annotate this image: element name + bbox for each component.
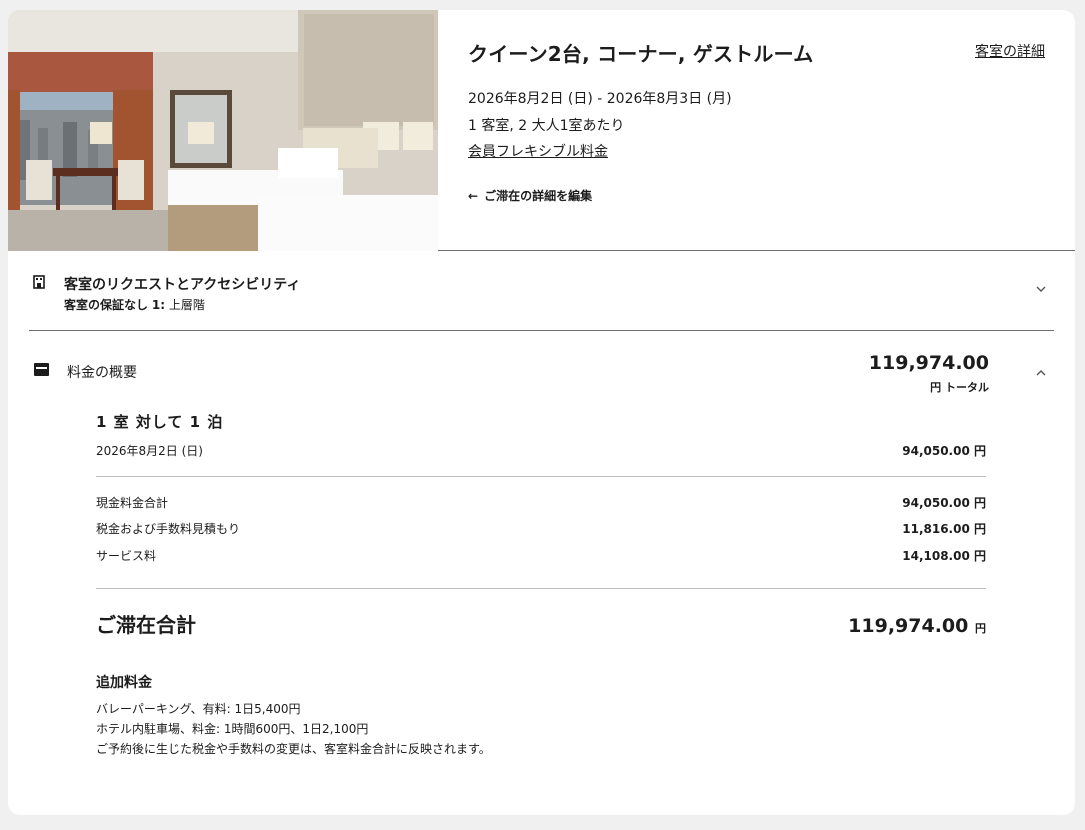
grand-total-unit: 円 bbox=[975, 622, 986, 635]
room-summary-card: クイーン2台, コーナー, ゲストルーム 客室の詳細 2026年8月2日 (日)… bbox=[8, 10, 1075, 815]
room-photo bbox=[8, 10, 438, 251]
summary-total-amount: 119,974.00 bbox=[868, 352, 989, 374]
edit-stay-button[interactable]: ← ご滞在の詳細を編集 bbox=[468, 187, 592, 204]
line-item-label: 税金および手数料見積もり bbox=[96, 522, 241, 536]
requests-summary: 客室の保証なし 1: 上層階 bbox=[64, 296, 205, 313]
grand-total-value: 119,974.00 bbox=[848, 615, 969, 637]
room-info: クイーン2台, コーナー, ゲストルーム 客室の詳細 2026年8月2日 (日)… bbox=[468, 10, 1075, 251]
additional-fees-title: 追加料金 bbox=[96, 675, 152, 691]
additional-fee-line: ホテル内駐車場、料金: 1時間600円、1日2,100円 bbox=[96, 722, 369, 736]
summary-total-unit: 円 トータル bbox=[930, 381, 989, 394]
building-icon bbox=[33, 275, 45, 289]
night-amount: 94,050.00 円 bbox=[902, 444, 986, 458]
request-count: 1: bbox=[151, 298, 165, 312]
rate-summary-title: 料金の概要 bbox=[67, 365, 137, 381]
additional-fee-line: バレーパーキング、有料: 1日5,400円 bbox=[96, 702, 301, 716]
grand-total-label: ご滞在合計 bbox=[96, 613, 196, 637]
requests-title: 客室のリクエストとアクセシビリティ bbox=[64, 277, 301, 293]
additional-fee-line: ご予約後に生じた税金や手数料の変更は、客室料金合計に反映されます。 bbox=[96, 742, 491, 756]
divider bbox=[96, 476, 986, 477]
line-item-amount: 14,108.00 円 bbox=[902, 549, 986, 563]
room-requests-section[interactable]: 客室のリクエストとアクセシビリティ 客室の保証なし 1: 上層階 bbox=[8, 251, 1075, 331]
grand-total-row: ご滞在合計 119,974.00 円 bbox=[96, 609, 986, 638]
edit-stay-label: ご滞在の詳細を編集 bbox=[484, 189, 593, 203]
grand-total-amount: 119,974.00 円 bbox=[848, 615, 986, 637]
line-item-amount: 94,050.00 円 bbox=[902, 496, 986, 510]
stay-dates: 2026年8月2日 (日) - 2026年8月3日 (月) bbox=[468, 91, 732, 107]
room-details-link[interactable]: 客室の詳細 bbox=[975, 41, 1045, 61]
line-item-label: 現金料金合計 bbox=[96, 496, 169, 510]
line-item-row: 現金料金合計 94,050.00 円 bbox=[96, 494, 986, 511]
rate-summary-header[interactable]: 料金の概要 119,974.00 円 トータル bbox=[8, 331, 1075, 401]
divider bbox=[96, 588, 986, 589]
nightly-row: 2026年8月2日 (日) 94,050.00 円 bbox=[96, 442, 986, 459]
room-header: クイーン2台, コーナー, ゲストルーム 客室の詳細 2026年8月2日 (日)… bbox=[8, 10, 1075, 251]
line-item-row: サービス料 14,108.00 円 bbox=[96, 547, 986, 564]
room-title: クイーン2台, コーナー, ゲストルーム bbox=[468, 42, 814, 66]
rate-plan-link[interactable]: 会員フレキシブル料金 bbox=[468, 141, 608, 161]
wallet-icon bbox=[34, 363, 49, 376]
occupancy: 1 客室, 2 大人1室あたり bbox=[468, 118, 625, 134]
nights-heading: 1 室 対して 1 泊 bbox=[96, 413, 224, 431]
chevron-down-icon[interactable] bbox=[1035, 283, 1047, 295]
chevron-up-icon[interactable] bbox=[1035, 367, 1047, 379]
night-date: 2026年8月2日 (日) bbox=[96, 444, 203, 458]
line-item-amount: 11,816.00 円 bbox=[902, 522, 986, 536]
guarantee-label: 客室の保証なし bbox=[64, 298, 149, 312]
left-arrow-icon: ← bbox=[468, 188, 479, 203]
line-item-label: サービス料 bbox=[96, 549, 157, 563]
line-item-row: 税金および手数料見積もり 11,816.00 円 bbox=[96, 520, 986, 537]
request-value: 上層階 bbox=[168, 298, 205, 312]
